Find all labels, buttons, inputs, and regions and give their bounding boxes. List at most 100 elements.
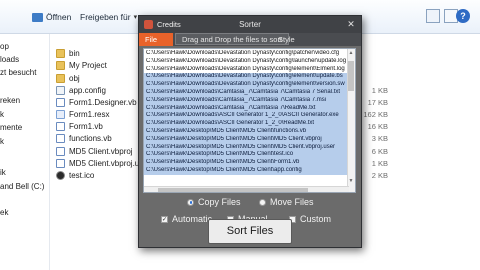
file-name: Form1.Designer.vb	[69, 97, 137, 107]
chevron-down-icon: ▾	[133, 14, 138, 21]
path-list-item[interactable]: C:\Users\Hawk\Downloads\Devastation Dyna…	[144, 50, 348, 58]
file-path-listbox[interactable]: C:\Users\Hawk\Desktop\MD5 Client\MD5 Cli…	[143, 48, 356, 193]
scroll-thumb[interactable]	[348, 61, 354, 91]
file-name: bin	[69, 48, 80, 58]
folder-icon	[56, 48, 65, 58]
file-size: 1 KB	[371, 86, 388, 95]
file-name: functions.vb	[69, 133, 112, 143]
list-item[interactable]: obj	[56, 72, 80, 84]
sort-files-button[interactable]: Sort Files	[208, 219, 292, 244]
path-list-item[interactable]: C:\Users\Hawk\Desktop\MD5 Client\MD5 Cli…	[144, 159, 348, 167]
list-item[interactable]: functions.vb	[56, 132, 112, 144]
file-size: 6 KB	[371, 147, 388, 156]
path-list-item[interactable]: C:\Users\Hawk\Desktop\MD5 Client\MD5 Cli…	[144, 151, 348, 160]
list-item[interactable]: My Project	[56, 59, 107, 71]
vb-file-icon	[56, 146, 65, 156]
move-files-label: Move Files	[270, 197, 314, 207]
path-list-item[interactable]: C:\Users\Hawk\Downloads\Camtasia_7\Camta…	[144, 89, 348, 97]
automatic-checkbox[interactable]: ✓ Automatic	[161, 214, 212, 224]
menu-file[interactable]: File	[139, 33, 173, 46]
checkmark-icon: ✓	[161, 215, 168, 223]
move-files-radio[interactable]: Move Files	[259, 197, 314, 207]
config-file-icon	[56, 85, 65, 95]
copy-files-radio[interactable]: Copy Files	[187, 197, 241, 207]
file-size: 1 KB	[371, 159, 388, 168]
file-size: 162 KB	[363, 110, 388, 119]
list-item[interactable]: Form1.Designer.vb	[56, 96, 137, 108]
open-label: Öffnen	[46, 12, 72, 22]
path-list-item[interactable]: C:\Users\Hawk\Downloads\Devastation Dyna…	[144, 73, 348, 82]
custom-label: Custom	[300, 214, 332, 224]
nav-item[interactable]: and Bell (C:)	[0, 182, 44, 191]
vb-file-icon	[56, 121, 65, 131]
path-list-item[interactable]: C:\Users\Hawk\Desktop\MD5 Client\MD5 Cli…	[144, 143, 348, 152]
horizontal-scrollbar[interactable]	[144, 186, 349, 192]
file-name: My Project	[69, 60, 107, 70]
copy-files-label: Copy Files	[198, 197, 241, 207]
path-list-item[interactable]: C:\Users\Hawk\Desktop\MD5 Client\MD5 Cli…	[144, 167, 348, 175]
path-list-item[interactable]: C:\Users\Hawk\Downloads\Devastation Dyna…	[144, 81, 348, 89]
path-list-item[interactable]: C:\Users\Hawk\Downloads\Devastation Dyna…	[144, 66, 348, 74]
menu-style[interactable]: Style	[272, 33, 301, 46]
list-item[interactable]: test.ico	[56, 169, 94, 181]
menu-bar: File Drag and Drop the files to sort Sty…	[139, 33, 361, 46]
vertical-scrollbar[interactable]: ▲ ▼	[347, 49, 355, 192]
radio-indicator	[259, 198, 266, 206]
scroll-up-icon[interactable]: ▲	[348, 50, 354, 56]
folder-icon	[56, 73, 65, 83]
open-button[interactable]: Öffnen	[32, 12, 71, 22]
nav-item[interactable]: zt besucht	[0, 68, 36, 77]
vb-file-icon	[56, 133, 65, 143]
list-item[interactable]: Form1.vb	[56, 120, 103, 132]
scroll-down-icon[interactable]: ▼	[348, 178, 354, 184]
close-icon[interactable]: ✕	[344, 18, 358, 30]
path-list-item[interactable]: C:\Users\Hawk\Downloads\ASCII Generator …	[144, 120, 348, 128]
file-name: obj	[69, 73, 80, 83]
navigation-pane: op loads zt besucht reken k mente k ik a…	[0, 34, 50, 270]
file-size: 16 KB	[367, 122, 388, 131]
list-item[interactable]: MD5 Client.vbproj	[56, 145, 133, 157]
nav-item[interactable]: k	[0, 137, 4, 146]
vb-file-icon	[56, 97, 65, 107]
help-icon[interactable]: ?	[456, 9, 470, 23]
list-item[interactable]: bin	[56, 47, 80, 59]
nav-item[interactable]: loads	[0, 55, 19, 64]
path-list-item[interactable]: C:\Users\Hawk\Desktop\MD5 Client\MD5 Cli…	[144, 128, 348, 136]
automatic-label: Automatic	[172, 214, 213, 224]
radio-indicator	[187, 198, 194, 206]
nav-item[interactable]: mente	[0, 123, 22, 132]
path-list-item[interactable]: C:\Users\Hawk\Downloads\Camtasia_7\Camta…	[144, 96, 348, 105]
path-list-item[interactable]: C:\Users\Hawk\Downloads\Devastation Dyna…	[144, 58, 348, 66]
path-list-item[interactable]	[144, 175, 348, 183]
path-list-item[interactable]: C:\Users\Hawk\Downloads\Camtasia_7\Camta…	[144, 104, 348, 113]
file-name: Form1.resx	[69, 109, 110, 119]
path-list-item[interactable]: C:\Users\Hawk\Downloads\ASCII Generator …	[144, 112, 348, 121]
list-item[interactable]: app.config	[56, 84, 106, 96]
file-size: 3 KB	[371, 134, 388, 143]
file-name: Form1.vb	[69, 121, 103, 131]
nav-item[interactable]: ek	[0, 208, 8, 217]
share-button[interactable]: Freigeben für ▾	[80, 12, 137, 22]
nav-item[interactable]: ik	[0, 168, 6, 177]
resx-file-icon	[56, 109, 65, 119]
share-label: Freigeben für	[80, 12, 131, 22]
nav-item[interactable]: reken	[0, 96, 20, 105]
nav-item[interactable]: op	[0, 42, 9, 51]
list-item[interactable]: MD5 Client.vbproj.user	[56, 157, 150, 169]
file-name: app.config	[69, 85, 106, 95]
folder-icon	[56, 60, 65, 70]
open-icon	[32, 12, 43, 22]
view-options-icon[interactable]	[426, 9, 440, 23]
scroll-thumb[interactable]	[158, 188, 308, 192]
list-item[interactable]: Form1.resx	[56, 108, 109, 120]
file-name: test.ico	[69, 170, 95, 180]
window-title: Sorter	[239, 20, 261, 29]
vb-file-icon	[56, 158, 65, 168]
path-list-item[interactable]: C:\Users\Hawk\Desktop\MD5 Client\MD5 Cli…	[144, 135, 348, 144]
title-bar[interactable]: Credits Sorter ✕	[139, 16, 361, 33]
ico-file-icon	[56, 170, 65, 180]
file-size: 2 KB	[371, 171, 388, 180]
nav-item[interactable]: k	[0, 110, 4, 119]
file-size: 17 KB	[367, 98, 388, 107]
custom-checkbox[interactable]: Custom	[289, 214, 331, 224]
